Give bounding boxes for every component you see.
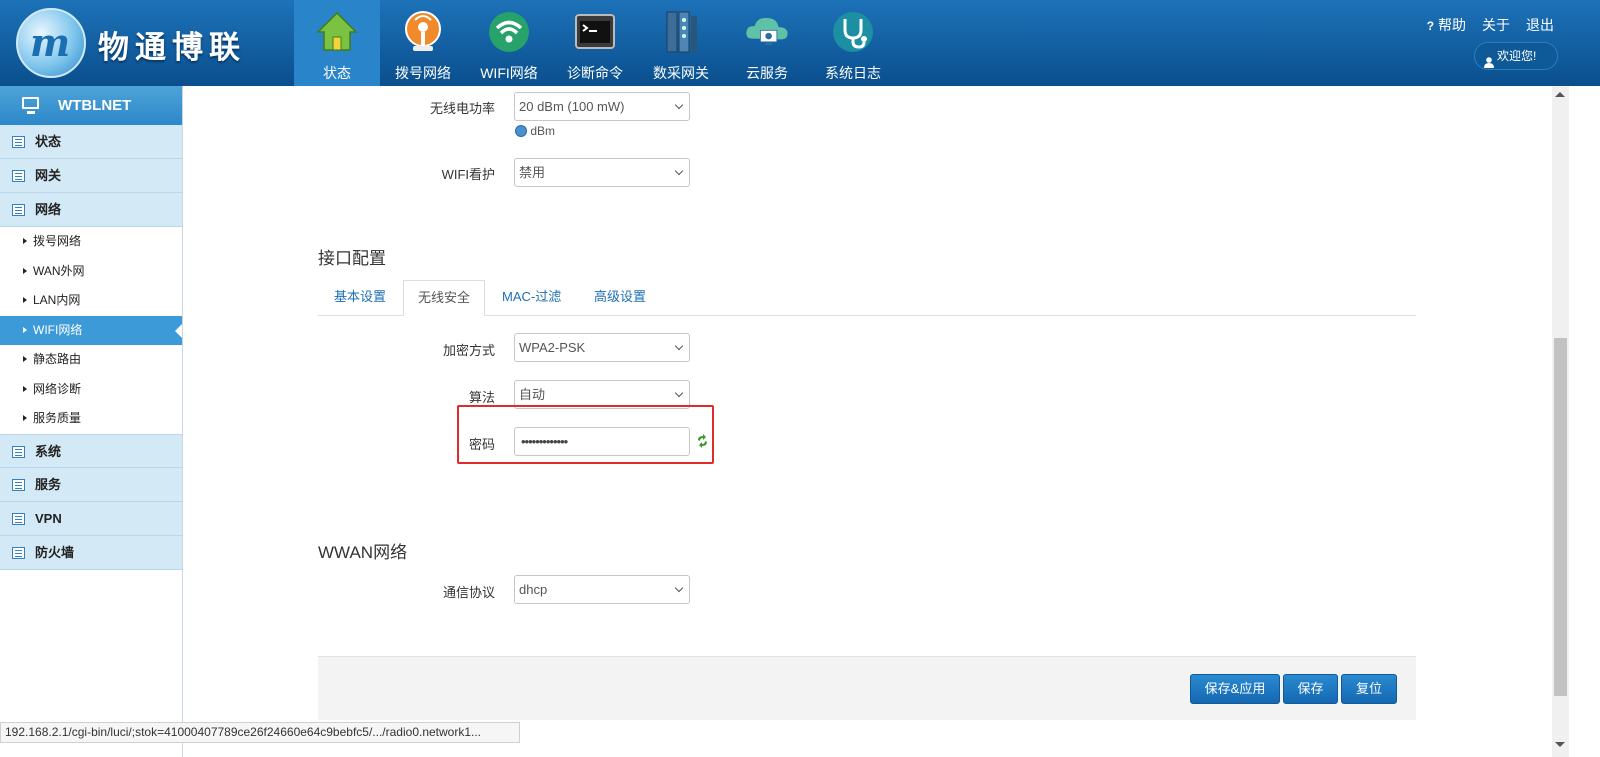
stethoscope-icon: [830, 9, 876, 55]
tx-power-select[interactable]: 20 dBm (100 mW): [514, 92, 690, 121]
sidebar-item-wifi[interactable]: WIFI网络: [0, 315, 182, 345]
cloud-icon: [744, 9, 790, 55]
scroll-up-icon[interactable]: [1555, 92, 1565, 97]
list-icon: [12, 170, 25, 182]
encryption-label: 加密方式: [442, 343, 495, 358]
scroll-down-icon[interactable]: [1555, 742, 1565, 747]
save-button[interactable]: 保存: [1283, 674, 1338, 704]
reveal-password-icon[interactable]: [696, 434, 709, 448]
sidebar-cat-status[interactable]: 状态: [0, 125, 182, 159]
nav-wifi[interactable]: WIFI网络: [466, 0, 552, 86]
tab-mac-filter[interactable]: MAC-过滤: [502, 280, 561, 316]
sidebar-cat-network[interactable]: 网络: [0, 193, 182, 227]
encryption-select[interactable]: WPA2-PSK: [514, 333, 690, 362]
nav-cloud[interactable]: 云服务: [724, 0, 810, 86]
reset-button[interactable]: 复位: [1341, 674, 1397, 704]
terminal-icon: [572, 9, 618, 55]
save-apply-button[interactable]: 保存&应用: [1190, 674, 1280, 704]
sidebar-item-qos[interactable]: 服务质量: [0, 404, 182, 434]
nav-label: 状态: [323, 65, 351, 81]
sidebar-cat-vpn[interactable]: VPN: [0, 501, 182, 536]
interface-config-title: 接口配置: [318, 249, 386, 268]
nav-dial[interactable]: 拨号网络: [380, 0, 466, 86]
list-icon: [12, 546, 25, 559]
list-icon: [12, 204, 25, 216]
wifi-icon: [486, 9, 532, 55]
nav-label: WIFI网络: [480, 65, 538, 81]
sidebar-cat-firewall[interactable]: 防火墙: [0, 535, 182, 570]
home-icon: [314, 9, 360, 55]
status-url-bar: 192.168.2.1/cgi-bin/luci/;stok=410004077…: [0, 722, 520, 743]
tx-power-label: 无线电功率: [429, 101, 495, 116]
nav-status[interactable]: 状态: [294, 0, 380, 86]
sidebar-header: WTBLNET: [0, 86, 182, 125]
monitor-icon: [22, 97, 39, 114]
user-icon: [1484, 51, 1494, 68]
brand-logo: m 物通博联: [10, 6, 290, 82]
cipher-label: 算法: [468, 390, 495, 405]
logout-link[interactable]: 退出: [1526, 15, 1554, 35]
nav-label: 诊断命令: [567, 65, 623, 81]
main-nav: 状态 拨号网络 WIFI网络 诊断命令 数采网关 云服务 系统日志: [294, 0, 896, 86]
nav-label: 数采网关: [653, 65, 709, 81]
list-icon: [12, 478, 25, 491]
tx-power-hint: dBm: [515, 124, 555, 138]
sidebar-item-static-route[interactable]: 静态路由: [0, 345, 182, 375]
sidebar-cat-services[interactable]: 服务: [0, 467, 182, 502]
sidebar-item-lan[interactable]: LAN内网: [0, 286, 182, 316]
sidebar-item-wan[interactable]: WAN外网: [0, 257, 182, 287]
sidebar-item-diagnostics[interactable]: 网络诊断: [0, 375, 182, 405]
protocol-label: 通信协议: [442, 585, 495, 600]
tab-advanced[interactable]: 高级设置: [594, 280, 646, 316]
password-input[interactable]: •••••••••••••: [514, 427, 690, 456]
wwan-title: WWAN网络: [318, 543, 408, 562]
list-icon: [12, 512, 25, 525]
nav-diagnostics[interactable]: 诊断命令: [552, 0, 638, 86]
about-link[interactable]: 关于: [1482, 15, 1510, 35]
logo-emblem-icon: m: [16, 8, 86, 78]
brand-name: 物通博联: [98, 30, 246, 66]
scrollbar-thumb[interactable]: [1554, 338, 1567, 696]
wifi-guard-label: WIFI看护: [441, 167, 495, 182]
nav-label: 系统日志: [825, 65, 881, 81]
sidebar-cat-gateway[interactable]: 网关: [0, 159, 182, 193]
nav-syslog[interactable]: 系统日志: [810, 0, 896, 86]
sidebar-cat-system[interactable]: 系统: [0, 433, 182, 468]
key-label: 密码: [468, 437, 495, 452]
nav-label: 云服务: [746, 65, 788, 81]
dial-icon: [400, 9, 446, 55]
question-icon: ?: [1426, 19, 1435, 33]
top-links: ? 帮助 关于 退出: [1427, 15, 1554, 35]
list-icon: [12, 445, 25, 458]
network-submenu: 拨号网络 WAN外网 LAN内网 WIFI网络 静态路由 网络诊断 服务质量: [0, 227, 182, 434]
tab-basic[interactable]: 基本设置: [334, 280, 386, 316]
sidebar-item-dial[interactable]: 拨号网络: [0, 227, 182, 257]
sidebar: WTBLNET 状态 网关 网络 拨号网络 WAN外网 LAN内网 WIFI网络…: [0, 86, 183, 757]
protocol-select[interactable]: dhcp: [514, 575, 690, 604]
list-icon: [12, 136, 25, 148]
help-link[interactable]: ? 帮助: [1427, 15, 1466, 35]
gateway-icon: [658, 9, 704, 55]
nav-gateway[interactable]: 数采网关: [638, 0, 724, 86]
tab-wireless-security[interactable]: 无线安全: [403, 280, 486, 316]
nav-label: 拨号网络: [395, 65, 451, 81]
welcome-badge[interactable]: 欢迎您!: [1474, 42, 1558, 70]
info-icon: [515, 125, 527, 137]
top-bar: m 物通博联 状态 拨号网络 WIFI网络 诊断命令 数采网关 云服务 系统日志…: [0, 0, 1600, 86]
interface-tabs: 基本设置 无线安全 MAC-过滤 高级设置: [318, 280, 1416, 316]
wifi-guard-select[interactable]: 禁用: [514, 158, 690, 187]
